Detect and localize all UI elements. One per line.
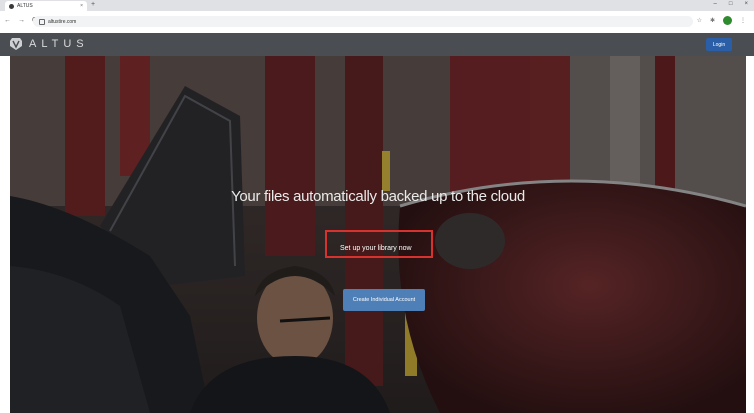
logo-mark-icon bbox=[10, 38, 22, 50]
browser-tab[interactable]: ALTUS × bbox=[5, 1, 87, 11]
logo-text: ALTUS bbox=[29, 38, 89, 50]
tab-close-icon[interactable]: × bbox=[80, 3, 83, 9]
close-window-icon[interactable]: × bbox=[744, 1, 748, 7]
forward-arrow-icon[interactable]: → bbox=[18, 17, 25, 24]
browser-tab-strip: ALTUS × + – □ × bbox=[0, 0, 754, 11]
login-button[interactable]: Login bbox=[706, 38, 732, 51]
menu-dots-icon[interactable]: ⋮ bbox=[740, 17, 746, 24]
site-header: ALTUS Login bbox=[0, 33, 754, 56]
minimize-icon[interactable]: – bbox=[714, 1, 717, 7]
profile-avatar[interactable] bbox=[723, 16, 732, 25]
extension-icon[interactable]: ✱ bbox=[710, 17, 715, 24]
window-controls: – □ × bbox=[714, 1, 748, 7]
lock-icon bbox=[39, 18, 45, 25]
maximize-icon[interactable]: □ bbox=[729, 1, 733, 7]
altus-logo[interactable]: ALTUS bbox=[9, 37, 89, 51]
setup-library-link[interactable]: Set up your library now bbox=[340, 245, 412, 252]
back-arrow-icon[interactable]: ← bbox=[4, 17, 11, 24]
site-favicon-icon bbox=[9, 3, 14, 9]
tab-title: ALTUS bbox=[17, 3, 33, 9]
address-bar[interactable]: altustire.com bbox=[33, 16, 693, 27]
new-tab-button[interactable]: + bbox=[91, 1, 95, 8]
hero-headline: Your files automatically backed up to th… bbox=[231, 188, 525, 205]
bookmark-star-icon[interactable]: ☆ bbox=[697, 17, 702, 24]
url-text[interactable]: altustire.com bbox=[48, 19, 76, 25]
browser-toolbar: ← → C altustire.com ☆ ✱ ⋮ bbox=[0, 11, 754, 34]
browser-extensions: ☆ ✱ ⋮ bbox=[697, 16, 746, 25]
create-individual-account-button[interactable]: Create Individual Account bbox=[343, 289, 425, 311]
setup-library-highlight[interactable]: Set up your library now bbox=[325, 230, 433, 258]
hero-banner: Your files automatically backed up to th… bbox=[10, 56, 746, 413]
